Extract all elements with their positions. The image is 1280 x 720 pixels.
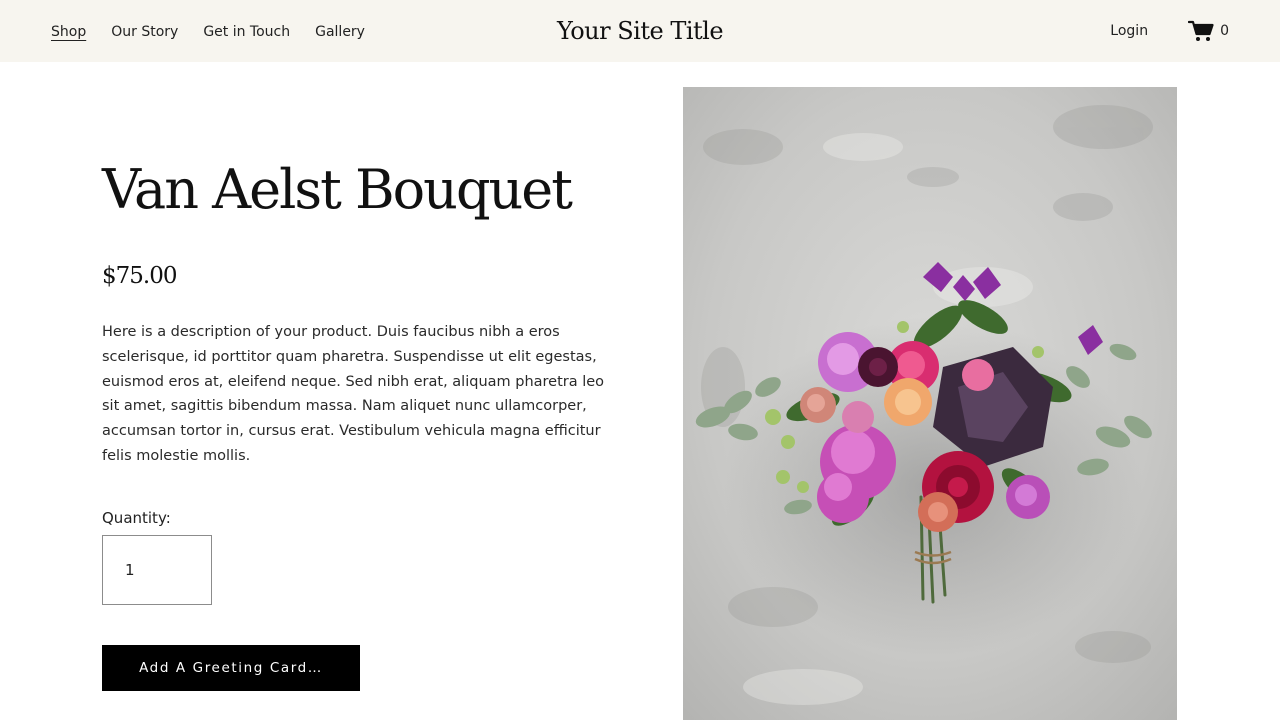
quantity-label: Quantity: — [102, 509, 171, 527]
quantity-input[interactable] — [102, 535, 212, 605]
header-actions: Login 0 — [1110, 19, 1229, 43]
cart-count: 0 — [1220, 23, 1229, 39]
cart-button[interactable]: 0 — [1188, 19, 1229, 43]
product-title: Van Aelst Bouquet — [102, 158, 573, 221]
site-title-container: Your Site Title — [0, 14, 1280, 48]
product-description: Here is a description of your product. D… — [102, 324, 605, 464]
product-price: $75.00 — [102, 263, 177, 289]
login-link[interactable]: Login — [1110, 19, 1148, 43]
add-greeting-card-button[interactable]: Add A Greeting Card… — [102, 645, 360, 691]
product-image[interactable] — [683, 87, 1177, 720]
cart-icon — [1188, 20, 1214, 42]
site-header: Shop Our Story Get in Touch Gallery Your… — [0, 0, 1280, 62]
site-title[interactable]: Your Site Title — [557, 17, 724, 45]
